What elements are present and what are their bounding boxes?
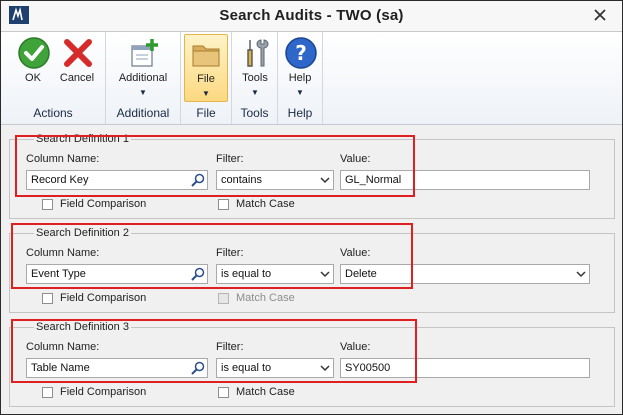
field-comparison-label: Field Comparison <box>60 198 147 210</box>
close-icon <box>594 9 606 21</box>
tools-icon <box>239 36 273 70</box>
match-case-checkbox[interactable] <box>218 199 229 210</box>
match-case-checkbox[interactable] <box>218 387 229 398</box>
cancel-button[interactable]: Cancel <box>57 34 97 92</box>
ribbon-group-label-additional: Additional <box>116 106 170 120</box>
ribbon-group-additional: Additional ▼ Additional <box>106 32 181 124</box>
ribbon-group-label-help: Help <box>287 106 313 120</box>
field-comparison-checkbox[interactable] <box>42 387 53 398</box>
ribbon-group-label-tools: Tools <box>240 106 269 120</box>
ribbon-group-help: ? Help ▼ Help <box>278 32 323 124</box>
ok-button[interactable]: OK <box>13 34 53 92</box>
tools-button[interactable]: Tools ▼ <box>235 34 275 97</box>
match-case-label: Match Case <box>236 292 295 304</box>
ribbon-toolbar: OK Cancel Actions Additional ▼ Additiona… <box>1 32 622 125</box>
field-comparison-checkbox[interactable] <box>42 199 53 210</box>
svg-text:?: ? <box>295 41 307 65</box>
close-window-button[interactable] <box>588 5 612 25</box>
title-bar: Search Audits - TWO (sa) <box>1 1 622 32</box>
search-definitions-panel: Search Definition 1 Column Name: Filter:… <box>1 125 622 414</box>
help-button[interactable]: ? Help ▼ <box>280 34 320 97</box>
highlight-box-3 <box>11 319 417 383</box>
dropdown-arrow-icon: ▼ <box>251 88 259 97</box>
cancel-button-label: Cancel <box>59 72 95 84</box>
highlight-box-2 <box>11 223 413 289</box>
dropdown-arrow-icon: ▼ <box>296 88 304 97</box>
check-icon <box>17 36 51 70</box>
window-title: Search Audits - TWO (sa) <box>219 7 404 24</box>
chevron-down-icon <box>576 268 586 280</box>
ribbon-group-label-actions: Actions <box>33 106 73 120</box>
ribbon-group-label-file: File <box>196 106 216 120</box>
highlight-box-1 <box>15 135 415 197</box>
additional-button-label: Additional <box>118 72 168 84</box>
help-button-label: Help <box>288 72 312 84</box>
match-case-checkbox <box>218 293 229 304</box>
folder-icon <box>189 37 223 71</box>
ribbon-group-tools: Tools ▼ Tools <box>232 32 278 124</box>
additional-button[interactable]: Additional ▼ <box>119 34 167 97</box>
match-case-label: Match Case <box>236 386 295 398</box>
field-comparison-checkbox[interactable] <box>42 293 53 304</box>
add-window-icon <box>127 36 161 70</box>
dropdown-arrow-icon: ▼ <box>139 88 147 97</box>
match-case-label: Match Case <box>236 198 295 210</box>
x-icon <box>61 36 95 70</box>
ribbon-group-file: File ▼ File <box>181 32 232 124</box>
ribbon-group-actions: OK Cancel Actions <box>1 32 106 124</box>
dropdown-arrow-icon: ▼ <box>202 89 210 98</box>
search-audits-window: Search Audits - TWO (sa) OK Cancel Actio… <box>0 0 623 415</box>
field-comparison-label: Field Comparison <box>60 386 147 398</box>
field-comparison-label: Field Comparison <box>60 292 147 304</box>
help-icon: ? <box>284 36 318 70</box>
file-button[interactable]: File ▼ <box>184 34 228 102</box>
file-button-label: File <box>197 73 215 85</box>
